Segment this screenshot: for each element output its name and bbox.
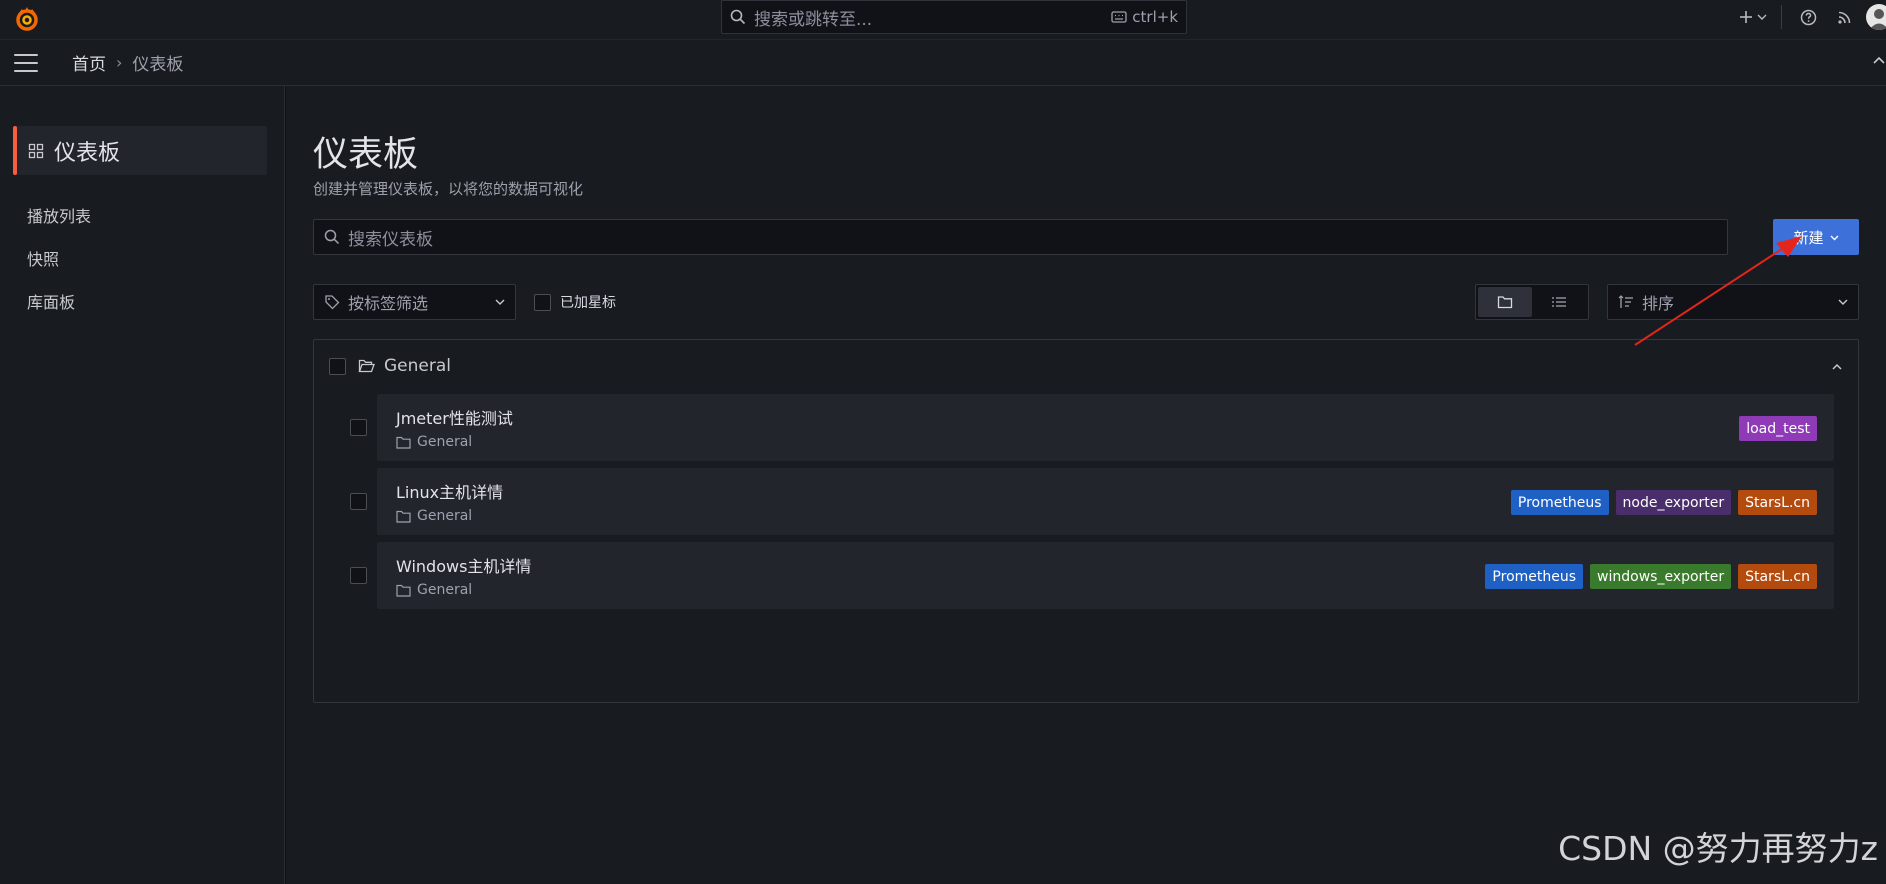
- shortcut-text: ctrl+k: [1132, 8, 1178, 26]
- dashboard-name[interactable]: Jmeter性能测试: [396, 405, 513, 429]
- main-content: 仪表板 创建并管理仪表板，以将您的数据可视化 搜索仪表板 新建 按标签筛选 已加…: [286, 86, 1886, 884]
- dashboard-folder-label: General: [417, 434, 473, 450]
- dashboard-row-jmeter[interactable]: Jmeter性能测试 General load_test: [377, 394, 1834, 461]
- folder-header[interactable]: General: [329, 356, 451, 376]
- dashboard-name[interactable]: Windows主机详情: [396, 553, 531, 577]
- topbar-divider: [1781, 5, 1782, 29]
- tag-list: Prometheus windows_exporter StarsL.cn: [1485, 564, 1817, 589]
- watermark: CSDN @努力再努力z: [1558, 829, 1878, 868]
- chevron-down-icon: [495, 299, 505, 305]
- add-new-button[interactable]: [1735, 10, 1771, 24]
- starred-filter[interactable]: 已加星标: [534, 292, 616, 312]
- grafana-logo-icon[interactable]: [13, 5, 41, 33]
- folder-open-icon: [358, 359, 375, 373]
- dashboard-search-input[interactable]: 搜索仪表板: [313, 219, 1728, 255]
- tag-badge[interactable]: node_exporter: [1615, 490, 1732, 515]
- breadcrumb-bar: 首页 › 仪表板: [0, 40, 1886, 86]
- plus-icon: [1740, 11, 1752, 23]
- folder-icon: [396, 436, 411, 449]
- list-icon: [1552, 297, 1566, 307]
- list-view-button[interactable]: [1532, 287, 1586, 317]
- sidebar-active-label: 仪表板: [54, 140, 121, 166]
- tag-list: Prometheus node_exporter StarsL.cn: [1510, 490, 1817, 515]
- dashboard-location: General: [396, 508, 472, 524]
- folder-section-general: General Jmeter性能测试 General load_test Lin…: [313, 339, 1859, 703]
- dashboard-folder-label: General: [417, 508, 473, 524]
- folder-name: General: [384, 356, 451, 376]
- dashboard-location: General: [396, 582, 472, 598]
- breadcrumb-home[interactable]: 首页: [72, 50, 106, 75]
- help-icon: [1800, 9, 1816, 25]
- dashboard-name[interactable]: Linux主机详情: [396, 479, 503, 503]
- user-avatar-icon[interactable]: [1866, 4, 1886, 30]
- view-toggle: [1475, 284, 1589, 320]
- news-button[interactable]: [1834, 10, 1854, 25]
- chevron-up-icon[interactable]: [1872, 54, 1886, 68]
- annotation-arrow-icon: [1634, 236, 1802, 346]
- folder-icon: [396, 584, 411, 597]
- dashboard-row-windows[interactable]: Windows主机详情 General Prometheus windows_e…: [377, 542, 1834, 609]
- active-indicator: [13, 126, 17, 175]
- global-search-placeholder: 搜索或跳转至...: [754, 9, 873, 30]
- tag-list: load_test: [1739, 416, 1817, 441]
- menu-toggle-icon[interactable]: [14, 53, 38, 72]
- tag-badge[interactable]: load_test: [1739, 416, 1817, 441]
- row-checkbox[interactable]: [350, 419, 367, 436]
- search-icon: [324, 229, 340, 245]
- tag-badge[interactable]: windows_exporter: [1590, 564, 1732, 589]
- breadcrumb-current: 仪表板: [132, 55, 184, 75]
- starred-checkbox[interactable]: [534, 293, 551, 311]
- page-title: 仪表板: [313, 135, 419, 175]
- search-icon: [730, 9, 746, 25]
- folder-checkbox[interactable]: [329, 357, 346, 375]
- tag-filter-placeholder: 按标签筛选: [348, 294, 429, 313]
- tag-badge[interactable]: StarsL.cn: [1738, 490, 1817, 515]
- section-sidebar: 仪表板 播放列表 快照 库面板: [0, 86, 285, 884]
- sidebar-item-snapshots[interactable]: 快照: [27, 246, 59, 270]
- tag-badge[interactable]: StarsL.cn: [1738, 564, 1817, 589]
- shortcut-hint: ctrl+k: [1111, 8, 1178, 26]
- breadcrumb-separator: ›: [116, 53, 123, 72]
- tag-badge[interactable]: Prometheus: [1485, 564, 1584, 589]
- topbar-actions: [1735, 0, 1886, 34]
- apps-grid-icon: [28, 143, 44, 158]
- dashboard-search-placeholder: 搜索仪表板: [348, 229, 433, 250]
- folder-view-button[interactable]: [1478, 287, 1532, 317]
- dashboard-row-linux[interactable]: Linux主机详情 General Prometheus node_export…: [377, 468, 1834, 535]
- row-checkbox[interactable]: [350, 567, 367, 584]
- sidebar-item-library-panels[interactable]: 库面板: [27, 289, 75, 313]
- folder-icon: [396, 510, 411, 523]
- breadcrumb: 首页 › 仪表板: [72, 50, 183, 75]
- global-search-input[interactable]: 搜索或跳转至... ctrl+k: [721, 0, 1187, 34]
- dashboard-folder-label: General: [417, 582, 473, 598]
- help-button[interactable]: [1798, 9, 1818, 26]
- page-subtitle: 创建并管理仪表板，以将您的数据可视化: [313, 180, 584, 198]
- chevron-down-icon: [1838, 299, 1848, 305]
- tag-filter-select[interactable]: 按标签筛选: [313, 284, 516, 320]
- chevron-down-icon: [1757, 14, 1767, 20]
- folder-icon: [1497, 296, 1513, 309]
- dashboard-location: General: [396, 434, 472, 450]
- keyboard-icon: [1111, 11, 1127, 23]
- rss-icon: [1837, 11, 1850, 24]
- chevron-up-icon[interactable]: [1830, 360, 1844, 374]
- starred-label: 已加星标: [560, 295, 616, 311]
- top-bar: 搜索或跳转至... ctrl+k: [0, 0, 1886, 40]
- tag-icon: [325, 295, 340, 310]
- tag-badge[interactable]: Prometheus: [1510, 490, 1609, 515]
- sidebar-item-dashboards[interactable]: 仪表板: [13, 126, 267, 175]
- row-checkbox[interactable]: [350, 493, 367, 510]
- chevron-down-icon: [1830, 235, 1838, 240]
- sidebar-item-playlists[interactable]: 播放列表: [27, 203, 91, 227]
